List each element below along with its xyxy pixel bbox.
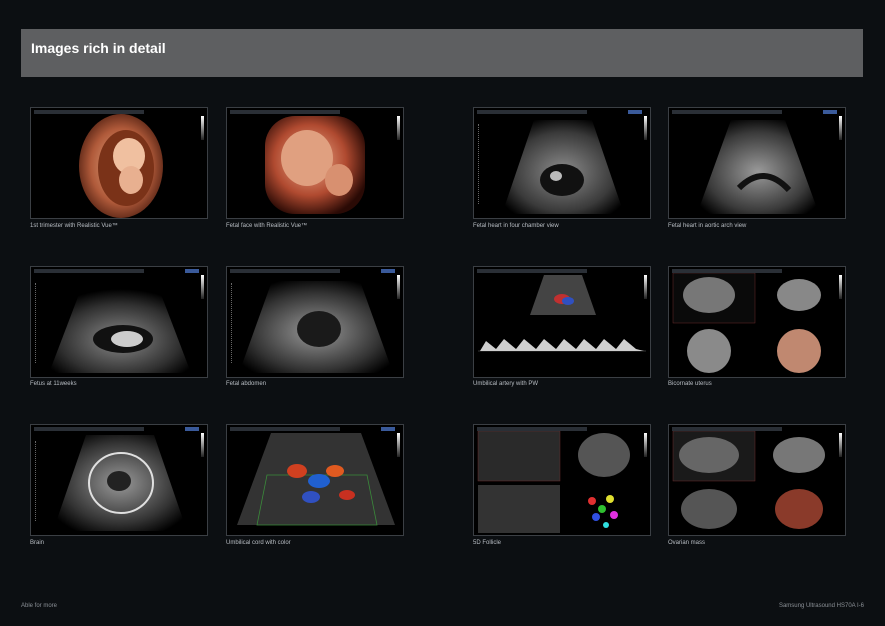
multiplanar-follicle-icon	[477, 430, 630, 533]
caption-bicornate-uterus: Bicornate uterus	[668, 381, 712, 387]
image-tile-aortic-arch	[668, 107, 846, 219]
doppler-pw-waveform-icon	[478, 275, 646, 352]
caption-fetal-abdomen: Fetal abdomen	[226, 381, 267, 387]
image-tile-bicornate-uterus	[668, 266, 846, 378]
caption-umbilical-cord-color: Umbilical cord with color	[226, 540, 291, 546]
page-title: Images rich in detail	[31, 40, 166, 56]
image-tile-fetal-face	[226, 107, 404, 219]
image-tile-5d-follicle	[473, 424, 651, 536]
footer-right-text: Samsung Ultrasound HS70A I-6	[778, 603, 864, 609]
caption-1st-trimester: 1st trimester with Realistic Vue™	[30, 223, 118, 229]
3d-fetus-first-trimester-icon	[79, 114, 163, 218]
caption-brain: Brain	[30, 540, 45, 546]
caption-umbilical-artery-pw: Umbilical artery with PW	[473, 381, 539, 387]
multiplanar-ovarian-mass-icon	[672, 430, 825, 529]
caption-ovarian-mass: Ovarian mass	[668, 540, 706, 546]
color-doppler-cord-icon	[237, 433, 395, 526]
caption-aortic-arch: Fetal heart in aortic arch view	[668, 223, 747, 229]
image-tile-umbilical-artery-pw	[473, 266, 651, 378]
image-tile-umbilical-cord-color	[226, 424, 404, 536]
ultrasound-fetal-abdomen-icon	[239, 281, 393, 373]
caption-fetus-11-weeks: Fetus at 11weeks	[30, 381, 77, 387]
3d-fetal-face-icon	[265, 116, 365, 214]
image-tile-fetal-abdomen	[226, 266, 404, 378]
caption-5d-follicle: 5D Follicle	[473, 540, 502, 546]
caption-heart-four-chamber: Fetal heart in four chamber view	[473, 223, 559, 229]
page-header-band: Images rich in detail	[21, 29, 863, 77]
caption-fetal-face: Fetal face with Realistic Vue™	[226, 223, 308, 229]
image-tile-brain	[30, 424, 208, 536]
multiplanar-uterus-icon	[672, 272, 821, 373]
ultrasound-brain-icon	[53, 435, 187, 531]
footer-left-text: Able for more	[21, 603, 58, 609]
ultrasound-heart-four-chamber-icon	[502, 120, 624, 214]
ultrasound-fetus-11-weeks-icon	[49, 289, 191, 373]
ultrasound-aortic-arch-icon	[697, 120, 819, 214]
image-tile-1st-trimester	[30, 107, 208, 219]
image-tile-ovarian-mass	[668, 424, 846, 536]
image-tile-fetus-11-weeks	[30, 266, 208, 378]
image-tile-heart-four-chamber	[473, 107, 651, 219]
